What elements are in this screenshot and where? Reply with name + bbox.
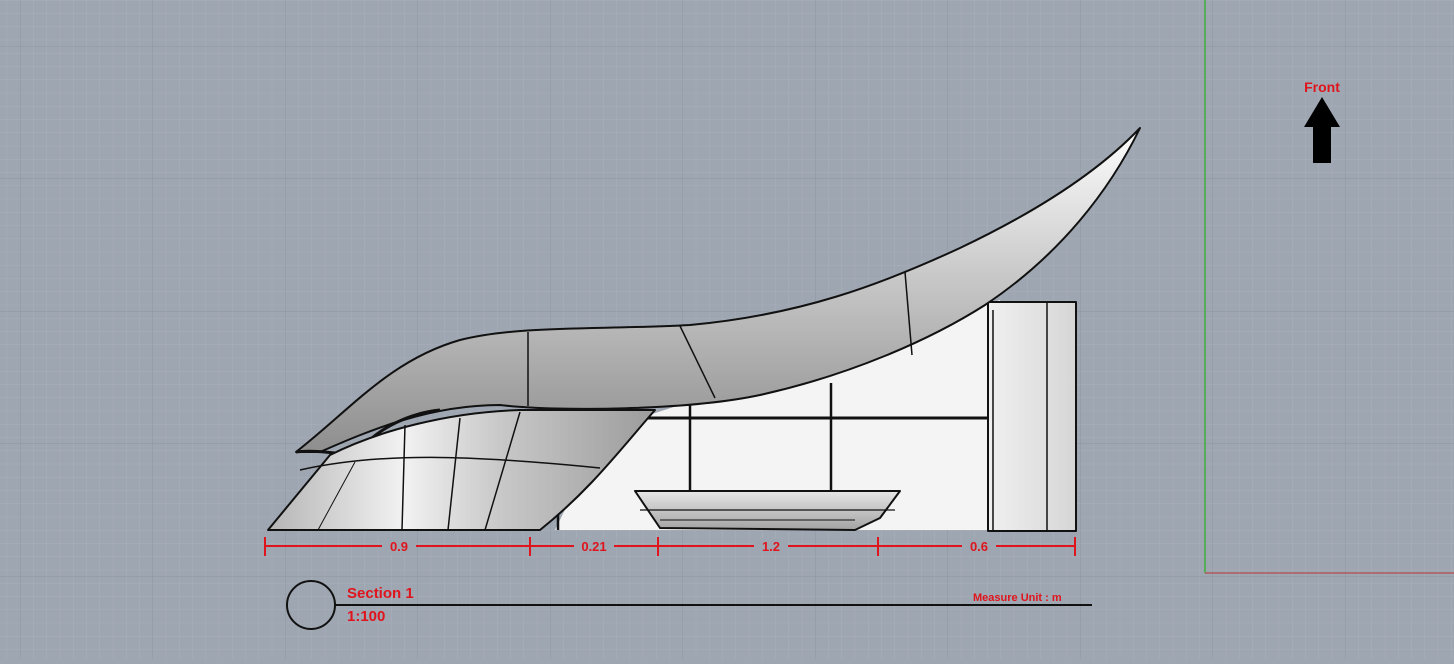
- dimension-label: 1.2: [762, 539, 780, 554]
- section-title: Section 1: [347, 585, 414, 602]
- section-scale: 1:100: [347, 608, 385, 625]
- tower: [987, 301, 1077, 532]
- dimension-label: 0.6: [970, 539, 988, 554]
- dimension-label: 0.21: [581, 539, 606, 554]
- front-label: Front: [1304, 79, 1340, 95]
- drawing-canvas[interactable]: 0.9 0.21 1.2 0.6 Section 1 1:100 Measure…: [0, 0, 1454, 659]
- cad-viewport[interactable]: 0.9 0.21 1.2 0.6 Section 1 1:100 Measure…: [0, 0, 1454, 659]
- dimension-label: 0.9: [390, 539, 408, 554]
- measure-unit: Measure Unit : m: [973, 592, 1062, 604]
